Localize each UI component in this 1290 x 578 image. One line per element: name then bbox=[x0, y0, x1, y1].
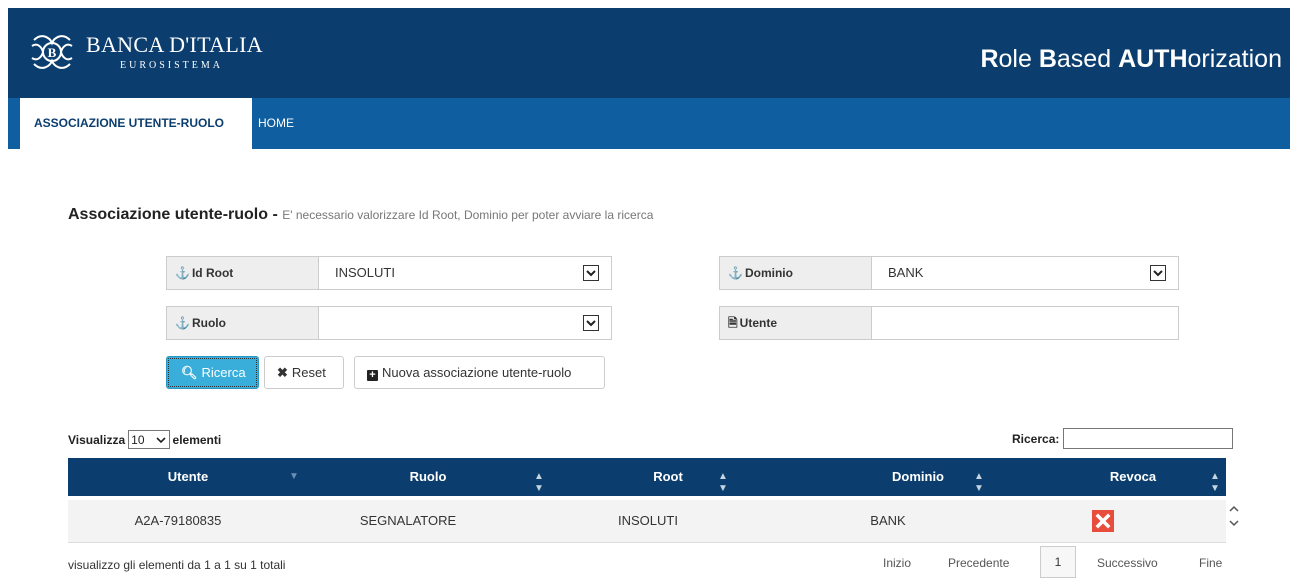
table-search-input[interactable] bbox=[1063, 428, 1234, 449]
app-title: Role Based AUTHorization bbox=[980, 45, 1282, 73]
column-root[interactable]: Root bbox=[548, 458, 788, 496]
ricerca-button[interactable]: 🔍︎ Ricerca bbox=[166, 356, 259, 389]
utente-field[interactable]: 🗎 Utente bbox=[719, 306, 1179, 340]
pager-previous[interactable]: Precedente bbox=[948, 556, 1009, 570]
tab-home[interactable]: HOME bbox=[258, 98, 294, 149]
page-size-select[interactable]: 10 bbox=[128, 430, 170, 449]
anchor-icon: ⚓ bbox=[175, 316, 190, 330]
document-icon: 🗎 bbox=[728, 316, 738, 330]
main-nav: ASSOCIAZIONE UTENTE-RUOLO HOME bbox=[8, 98, 1290, 149]
page-title: Associazione utente-ruolo - bbox=[68, 206, 283, 223]
tab-associazione-utente-ruolo[interactable]: ASSOCIAZIONE UTENTE-RUOLO bbox=[20, 98, 252, 149]
chevron-up-icon bbox=[1229, 505, 1239, 512]
cell-dominio: BANK bbox=[870, 513, 906, 528]
sort-icon: ▲ ▼ bbox=[718, 471, 728, 494]
page-size-control: Visualizza 10 elementi bbox=[68, 430, 221, 449]
close-icon: ✖ bbox=[277, 365, 288, 380]
column-utente[interactable]: Utente bbox=[68, 458, 308, 496]
sort-icon: ▲ ▼ bbox=[974, 471, 984, 494]
nuova-associazione-button[interactable]: + Nuova associazione utente-ruolo bbox=[354, 356, 605, 389]
reset-button[interactable]: ✖ Reset bbox=[264, 356, 344, 389]
ruolo-label: ⚓ Ruolo bbox=[167, 307, 319, 339]
cell-ruolo: SEGNALATORE bbox=[359, 513, 457, 528]
svg-text:B: B bbox=[48, 45, 57, 60]
dominio-label: ⚓ Dominio bbox=[720, 257, 872, 289]
cell-utente: A2A-79180835 bbox=[134, 513, 222, 528]
id-root-label: ⚓ Id Root bbox=[167, 257, 319, 289]
pager-current-page[interactable]: 1 bbox=[1040, 546, 1076, 578]
cell-root: INSOLUTI bbox=[618, 513, 678, 528]
chevron-down-icon[interactable] bbox=[583, 315, 599, 331]
pager-last[interactable]: Fine bbox=[1199, 556, 1222, 570]
anchor-icon: ⚓ bbox=[175, 266, 190, 280]
pager-next[interactable]: Successivo bbox=[1097, 556, 1158, 570]
table-search: Ricerca: bbox=[1012, 428, 1234, 449]
table-scrollbar[interactable] bbox=[1226, 500, 1242, 550]
chevron-down-icon[interactable] bbox=[583, 265, 599, 281]
sort-icon: ▲ ▼ bbox=[1210, 471, 1220, 494]
logo-title: BANCA D'ITALIA bbox=[86, 32, 263, 57]
table-info: visualizzo gli elementi da 1 a 1 su 1 to… bbox=[68, 558, 286, 572]
table-header: Utente ▼ Ruolo ▲ ▼ Root ▲ ▼ Dominio ▲ ▼ Rev… bbox=[68, 458, 1226, 496]
column-dominio[interactable]: Dominio bbox=[788, 458, 1048, 496]
id-root-select[interactable]: ⚓ Id Root INSOLUTI bbox=[166, 256, 612, 290]
column-ruolo[interactable]: Ruolo bbox=[308, 458, 548, 496]
sort-icon: ▲ ▼ bbox=[534, 471, 544, 494]
utente-label: 🗎 Utente bbox=[720, 307, 872, 339]
column-revoca[interactable]: Revoca bbox=[1048, 458, 1218, 496]
dominio-select[interactable]: ⚓ Dominio BANK bbox=[719, 256, 1179, 290]
search-label: Ricerca: bbox=[1012, 431, 1060, 446]
table-row: A2A-79180835 SEGNALATORE INSOLUTI BANK bbox=[68, 500, 1226, 543]
dominio-value: BANK bbox=[888, 265, 924, 280]
anchor-icon: ⚓ bbox=[728, 266, 743, 280]
logo-emblem-icon: B bbox=[31, 35, 73, 69]
plus-square-icon: + bbox=[367, 370, 378, 381]
app-header: B BANCA D'ITALIA EUROSISTEMA Role Based … bbox=[8, 8, 1290, 98]
id-root-value: INSOLUTI bbox=[335, 265, 395, 280]
ruolo-select[interactable]: ⚓ Ruolo bbox=[166, 306, 612, 340]
revoke-icon[interactable] bbox=[1092, 510, 1114, 532]
page-hint: E' necessario valorizzare Id Root, Domin… bbox=[282, 208, 654, 222]
page-heading: Associazione utente-ruolo - E' necessari… bbox=[68, 206, 653, 224]
bank-logo[interactable]: B BANCA D'ITALIA EUROSISTEMA bbox=[28, 24, 263, 80]
search-icon: 🔍︎ bbox=[181, 365, 198, 380]
chevron-down-icon[interactable] bbox=[1150, 265, 1166, 281]
chevron-down-icon bbox=[155, 436, 166, 443]
sort-desc-icon: ▼ bbox=[289, 471, 299, 482]
chevron-down-icon bbox=[1229, 520, 1239, 527]
pager-first[interactable]: Inizio bbox=[883, 556, 911, 570]
logo-subtitle: EUROSISTEMA bbox=[120, 60, 224, 71]
